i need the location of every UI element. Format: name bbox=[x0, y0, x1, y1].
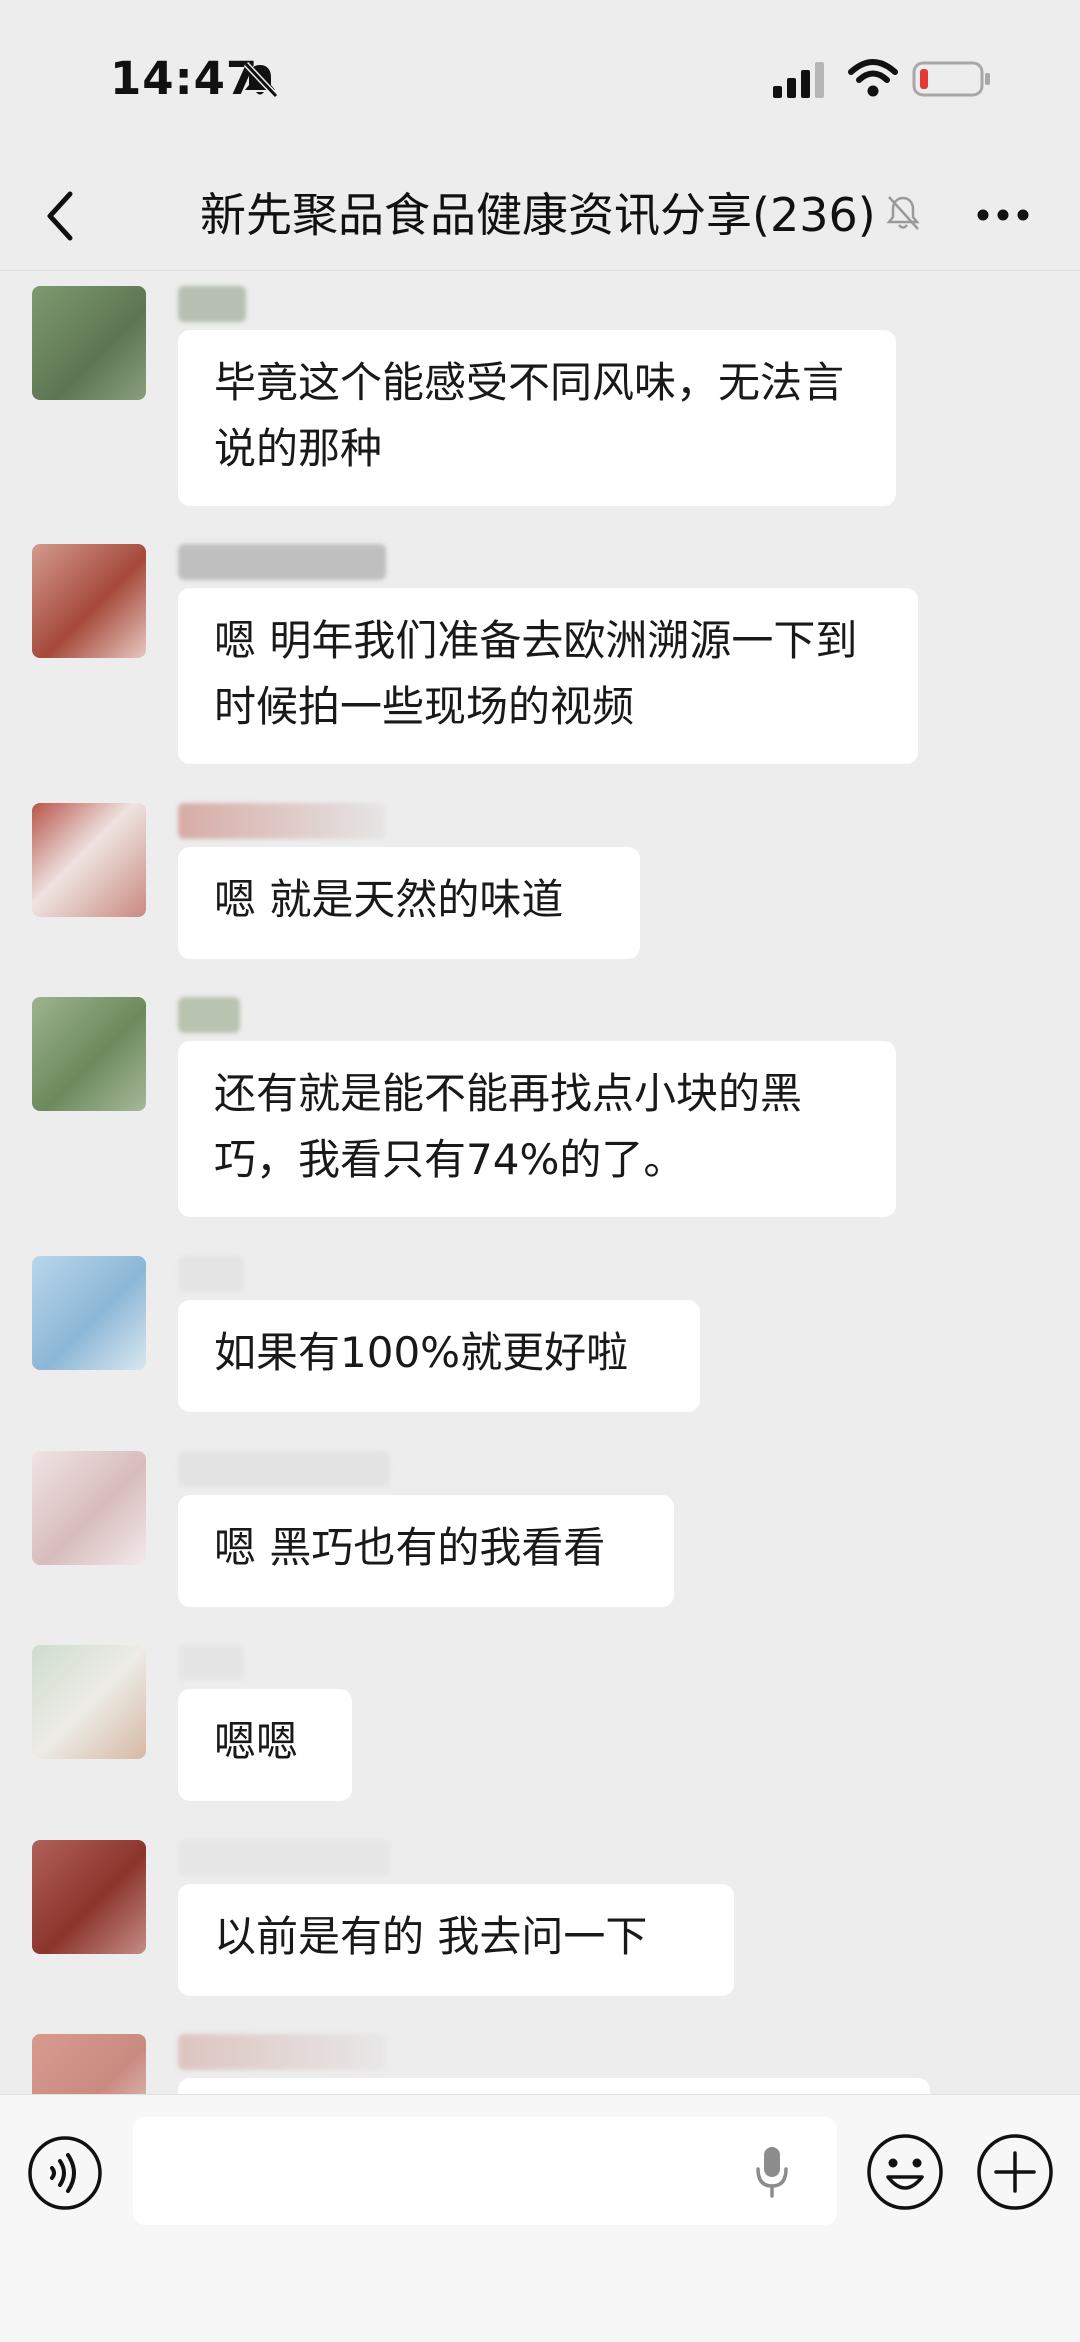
message-bubble[interactable]: 嗯 黑巧也有的我看看 bbox=[178, 1495, 674, 1607]
message-bubble[interactable]: 嗯 就是天然的味道 bbox=[178, 847, 640, 959]
status-bar: 14:47 bbox=[0, 0, 1080, 160]
mute-icon bbox=[886, 196, 920, 230]
sender-name-blurred bbox=[178, 997, 240, 1033]
input-bar bbox=[0, 2094, 1080, 2342]
message-input[interactable] bbox=[133, 2117, 837, 2225]
emoji-icon[interactable] bbox=[866, 2133, 944, 2211]
sender-name-blurred bbox=[178, 2034, 386, 2070]
back-icon[interactable] bbox=[40, 188, 80, 244]
plus-icon[interactable] bbox=[976, 2133, 1054, 2211]
avatar[interactable] bbox=[32, 1451, 146, 1565]
avatar[interactable] bbox=[32, 1645, 146, 1759]
message-bubble[interactable]: 嗯 明年我们准备去欧洲溯源一下到时候拍一些现场的视频 bbox=[178, 588, 918, 764]
message-bubble[interactable]: 还有就是能不能再找点小块的黑巧，我看只有74%的了。 bbox=[178, 1041, 896, 1217]
sender-name-blurred bbox=[178, 1645, 244, 1681]
wifi-icon bbox=[848, 59, 898, 97]
avatar[interactable] bbox=[32, 544, 146, 658]
sender-name-blurred bbox=[178, 286, 246, 322]
message-bubble[interactable]: 嗯嗯 bbox=[178, 1689, 352, 1801]
avatar[interactable] bbox=[32, 803, 146, 917]
sender-name-blurred bbox=[178, 544, 386, 580]
microphone-icon[interactable] bbox=[755, 2145, 789, 2199]
sender-name-blurred bbox=[178, 1840, 390, 1876]
signal-icon bbox=[773, 62, 824, 98]
sender-name-blurred bbox=[178, 1451, 390, 1487]
sender-name-blurred bbox=[178, 1256, 244, 1292]
message-bubble[interactable]: 以前是有的 我去问一下 bbox=[178, 1884, 734, 1996]
battery-low-icon bbox=[912, 61, 990, 97]
avatar[interactable] bbox=[32, 2034, 146, 2094]
chat-header: 新先聚品食品健康资讯分享(236) bbox=[0, 160, 1080, 271]
avatar[interactable] bbox=[32, 997, 146, 1111]
message-list[interactable]: 毕竟这个能感受不同风味，无法言说的那种 嗯 明年我们准备去欧洲溯源一下到时候拍一… bbox=[0, 271, 1080, 2094]
sender-name-blurred bbox=[178, 803, 386, 839]
bell-slash-icon bbox=[243, 61, 279, 99]
avatar[interactable] bbox=[32, 1256, 146, 1370]
message-bubble[interactable]: 毕竟这个能感受不同风味，无法言说的那种 bbox=[178, 330, 896, 506]
status-time: 14:47 bbox=[110, 52, 259, 105]
message-bubble[interactable] bbox=[178, 2078, 930, 2094]
voice-icon[interactable] bbox=[27, 2135, 103, 2211]
more-icon[interactable] bbox=[975, 200, 1031, 230]
avatar[interactable] bbox=[32, 1840, 146, 1954]
avatar[interactable] bbox=[32, 286, 146, 400]
message-bubble[interactable]: 如果有100%就更好啦 bbox=[178, 1300, 700, 1412]
chat-title: 新先聚品食品健康资讯分享(236) bbox=[200, 188, 876, 242]
